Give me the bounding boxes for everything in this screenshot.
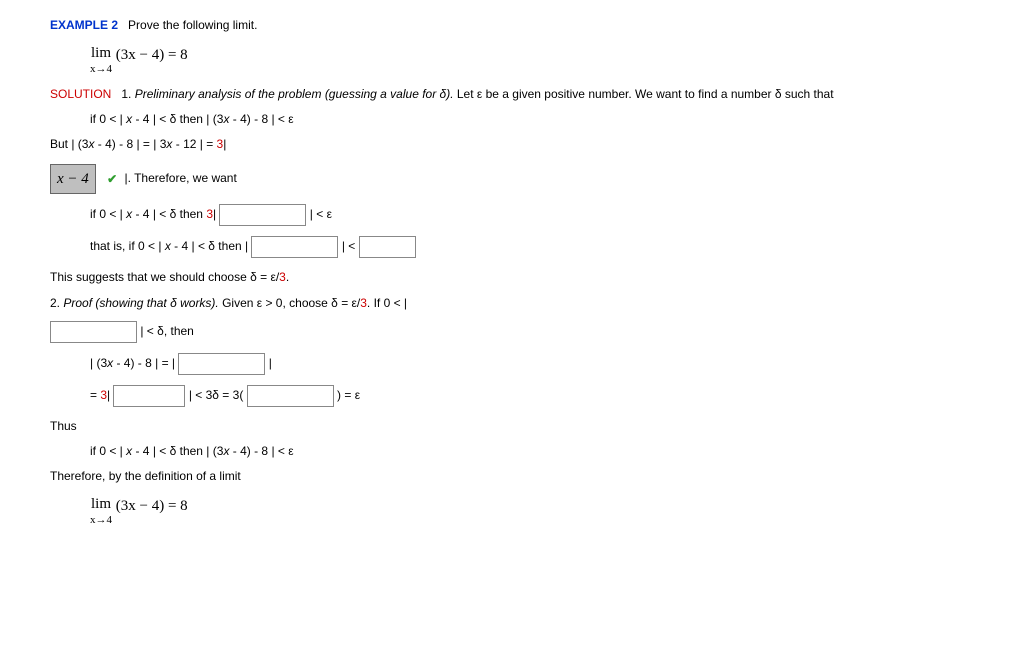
blank-input-3[interactable] <box>359 236 416 258</box>
blank-input-1[interactable] <box>219 204 306 226</box>
therefore-line: Therefore, by the definition of a limit <box>50 467 974 486</box>
solution-label: SOLUTION <box>50 87 111 101</box>
blank-input-2[interactable] <box>251 236 338 258</box>
condition-1: if 0 < | x - 4 | < δ then | (3x - 4) - 8… <box>90 110 974 129</box>
condition-3: that is, if 0 < | x - 4 | < δ then | | < <box>90 236 974 258</box>
lt-delta-row: | < δ, then <box>50 321 974 343</box>
blank-input-7[interactable] <box>247 385 334 407</box>
answer-row: x − 4 ✔ |. Therefore, we want <box>50 164 974 194</box>
blank-input-6[interactable] <box>113 385 185 407</box>
thus-label: Thus <box>50 417 974 436</box>
check-icon: ✔ <box>107 170 117 189</box>
limit-expression-top: lim x→4 (3x − 4) = 8 <box>90 41 974 79</box>
but-line: But | (3x - 4) - 8 | = | 3x - 12 | = 3| <box>50 135 974 154</box>
blank-input-4[interactable] <box>50 321 137 343</box>
answer-input-1[interactable]: x − 4 <box>50 164 96 194</box>
prompt-text: Prove the following limit. <box>128 18 257 32</box>
eq2-row: = 3| | < 3δ = 3( ) = ε <box>90 385 974 407</box>
limit-expression-bottom: lim x→4 (3x − 4) = 8 <box>90 492 974 530</box>
proof-intro: 2. Proof (showing that δ works). Given ε… <box>50 294 974 313</box>
thus-condition: if 0 < | x - 4 | < δ then | (3x - 4) - 8… <box>90 442 974 461</box>
eq1-row: | (3x - 4) - 8 | = | | <box>90 353 974 375</box>
blank-input-5[interactable] <box>178 353 265 375</box>
condition-2: if 0 < | x - 4 | < δ then 3| | < ε <box>90 204 974 226</box>
solution-intro: SOLUTION 1. Preliminary analysis of the … <box>50 85 974 104</box>
suggest-line: This suggests that we should choose δ = … <box>50 268 974 287</box>
example-header: EXAMPLE 2 Prove the following limit. <box>50 16 974 35</box>
example-label: EXAMPLE 2 <box>50 18 118 32</box>
